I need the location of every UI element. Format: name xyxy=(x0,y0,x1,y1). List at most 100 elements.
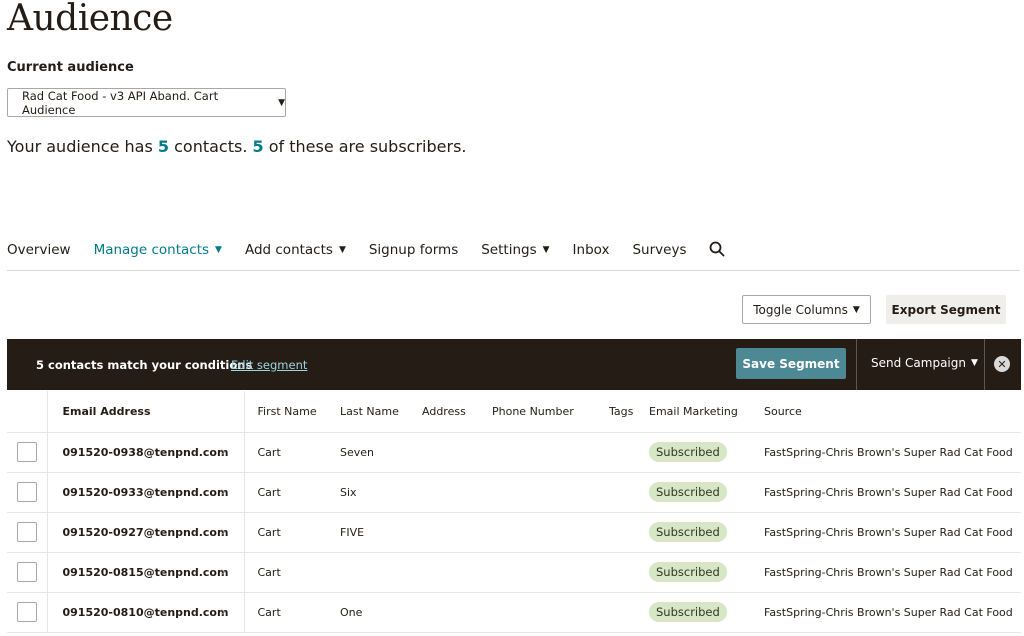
header-tags[interactable]: Tags xyxy=(596,391,636,433)
header-address[interactable]: Address xyxy=(409,391,479,433)
tags-cell xyxy=(596,552,636,593)
close-icon[interactable]: ✕ xyxy=(994,356,1010,372)
export-segment-button[interactable]: Export Segment xyxy=(886,295,1006,324)
chevron-down-icon: ▼ xyxy=(338,245,346,255)
header-select xyxy=(7,391,48,433)
header-email-marketing[interactable]: Email Marketing xyxy=(636,391,751,433)
tags-cell xyxy=(596,472,636,513)
header-source[interactable]: Source xyxy=(751,391,1021,433)
tab-add-contacts[interactable]: Add contacts ▼ xyxy=(245,240,346,260)
chevron-down-icon: ▼ xyxy=(852,304,860,315)
chevron-right-icon[interactable]: › xyxy=(221,525,226,540)
row-checkbox[interactable] xyxy=(16,522,37,542)
row-checkbox[interactable] xyxy=(16,482,37,502)
email-text[interactable]: 091520-0927@tenpnd.com xyxy=(63,526,229,539)
header-last-name[interactable]: Last Name xyxy=(327,391,409,433)
row-checkbox[interactable] xyxy=(16,442,37,462)
header-first-name[interactable]: First Name xyxy=(244,391,327,433)
table-row[interactable]: 091520-0933@tenpnd.com › Cart Six Subscribed… xyxy=(7,472,1021,513)
table-row[interactable]: 091520-0815@tenpnd.com › Cart Subscribed Fas… xyxy=(7,552,1021,593)
audience-summary: Your audience has 5 contacts. 5 of these… xyxy=(7,137,467,156)
email-text[interactable]: 091520-0810@tenpnd.com xyxy=(63,606,229,619)
source-cell: FastSpring-Chris Brown's Super Rad Cat F… xyxy=(751,592,1021,633)
status-badge: Subscribed xyxy=(649,482,727,502)
address-cell xyxy=(409,512,479,553)
last-name-cell: Seven xyxy=(327,432,409,473)
last-name-cell xyxy=(327,552,409,593)
row-select-cell xyxy=(7,552,48,593)
tab-overview[interactable]: Overview xyxy=(7,240,71,260)
source-cell: FastSpring-Chris Brown's Super Rad Cat F… xyxy=(751,432,1021,473)
row-checkbox[interactable] xyxy=(16,602,37,622)
table-row[interactable]: 091520-0938@tenpnd.com › Cart Seven Subscrib… xyxy=(7,432,1021,473)
tags-cell xyxy=(596,592,636,633)
toggle-columns-button[interactable]: Toggle Columns ▼ xyxy=(742,295,871,324)
chevron-down-icon: ▼ xyxy=(278,97,285,108)
status-badge: Subscribed xyxy=(649,602,727,622)
first-name-cell: Cart xyxy=(244,432,327,473)
divider xyxy=(984,339,985,390)
table-row[interactable]: 091520-0810@tenpnd.com › Cart One Subscribed… xyxy=(7,592,1021,633)
row-select-cell xyxy=(7,432,48,473)
phone-cell xyxy=(479,552,596,593)
tags-cell xyxy=(596,432,636,473)
contacts-count: 5 xyxy=(157,137,170,156)
email-text[interactable]: 091520-0938@tenpnd.com xyxy=(63,446,229,459)
header-email[interactable]: Email Address xyxy=(47,391,245,433)
chevron-right-icon[interactable]: › xyxy=(221,605,226,620)
last-name-cell: FIVE xyxy=(327,512,409,553)
header-phone[interactable]: Phone Number xyxy=(479,391,596,433)
phone-cell xyxy=(479,592,596,633)
email-marketing-cell: Subscribed xyxy=(636,512,751,553)
address-cell xyxy=(409,432,479,473)
tab-settings[interactable]: Settings ▼ xyxy=(481,240,549,260)
email-cell[interactable]: 091520-0933@tenpnd.com › xyxy=(47,472,245,513)
email-marketing-cell: Subscribed xyxy=(636,472,751,513)
phone-cell xyxy=(479,472,596,513)
current-audience-label: Current audience xyxy=(7,60,134,75)
chevron-down-icon: ▼ xyxy=(215,245,222,255)
status-badge: Subscribed xyxy=(649,562,727,582)
tab-manage-contacts[interactable]: Manage contacts ▼ xyxy=(94,240,222,260)
table-row[interactable]: 091520-0927@tenpnd.com › Cart FIVE Subscribe… xyxy=(7,512,1021,553)
row-select-cell xyxy=(7,512,48,553)
chevron-down-icon: ▼ xyxy=(971,358,978,368)
send-campaign-button[interactable]: Send Campaign ▼ xyxy=(871,356,978,370)
segment-bar: 5 contacts match your conditions Edit se… xyxy=(7,339,1021,390)
email-cell[interactable]: 091520-0810@tenpnd.com › xyxy=(47,592,245,633)
email-cell[interactable]: 091520-0815@tenpnd.com › xyxy=(47,552,245,593)
email-marketing-cell: Subscribed xyxy=(636,592,751,633)
first-name-cell: Cart xyxy=(244,512,327,553)
search-icon[interactable] xyxy=(709,241,725,257)
table-header-row: Email Address First Name Last Name Addre… xyxy=(7,391,1021,433)
chevron-down-icon: ▼ xyxy=(542,245,550,255)
phone-cell xyxy=(479,512,596,553)
save-segment-button[interactable]: Save Segment xyxy=(736,348,846,379)
email-text[interactable]: 091520-0933@tenpnd.com xyxy=(63,486,229,499)
chevron-right-icon[interactable]: › xyxy=(221,485,226,500)
edit-segment-link[interactable]: Edit segment xyxy=(231,358,307,372)
chevron-right-icon[interactable]: › xyxy=(221,445,226,460)
source-cell: FastSpring-Chris Brown's Super Rad Cat F… xyxy=(751,552,1021,593)
email-text[interactable]: 091520-0815@tenpnd.com xyxy=(63,566,229,579)
tab-surveys[interactable]: Surveys xyxy=(632,240,686,260)
audience-select[interactable]: Rad Cat Food - v3 API Aband. Cart Audien… xyxy=(7,88,286,117)
page-title: Audience xyxy=(7,0,173,39)
email-marketing-cell: Subscribed xyxy=(636,432,751,473)
address-cell xyxy=(409,472,479,513)
address-cell xyxy=(409,592,479,633)
segment-match-text: 5 contacts match your conditions xyxy=(36,358,253,372)
tab-inbox[interactable]: Inbox xyxy=(573,240,610,260)
tab-signup-forms[interactable]: Signup forms xyxy=(369,240,458,260)
row-checkbox[interactable] xyxy=(16,562,37,582)
email-cell[interactable]: 091520-0927@tenpnd.com › xyxy=(47,512,245,553)
last-name-cell: Six xyxy=(327,472,409,513)
row-select-cell xyxy=(7,472,48,513)
tags-cell xyxy=(596,512,636,553)
last-name-cell: One xyxy=(327,592,409,633)
email-cell[interactable]: 091520-0938@tenpnd.com › xyxy=(47,432,245,473)
divider xyxy=(856,339,857,390)
row-select-cell xyxy=(7,592,48,633)
chevron-right-icon[interactable]: › xyxy=(221,565,226,580)
phone-cell xyxy=(479,432,596,473)
